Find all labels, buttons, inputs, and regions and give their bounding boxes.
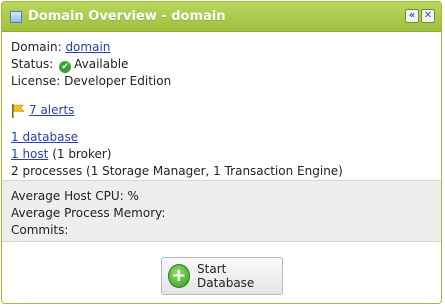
check-circle-icon: ✔ — [59, 61, 72, 73]
memory-metric: Average Process Memory: — [11, 206, 166, 220]
panel-title: Domain Overview - domain — [28, 9, 226, 24]
domain-overview-panel: Domain Overview - domain « ✕ Domain: dom… — [1, 1, 442, 304]
window-icon — [10, 10, 22, 23]
host-suffix: (1 broker) — [52, 147, 112, 161]
flag-icon — [12, 103, 25, 118]
license-value: Developer Edition — [64, 74, 172, 88]
actions-bar: + Start Database — [2, 257, 441, 295]
license-label: License: — [11, 74, 61, 88]
domain-label: Domain: — [11, 40, 62, 54]
header-buttons: « ✕ — [405, 9, 435, 23]
resources-group: 1 database 1 host (1 broker) 2 processes… — [11, 129, 432, 180]
processes-text: 2 processes (1 Storage Manager, 1 Transa… — [11, 164, 343, 178]
status-value: Available — [74, 57, 129, 71]
domain-link[interactable]: domain — [65, 40, 110, 54]
license-row: License: Developer Edition — [11, 73, 432, 90]
commits-metric: Commits: — [11, 223, 69, 237]
alerts-row: 7 alerts — [11, 102, 432, 119]
cpu-metric: Average Host CPU: % — [11, 189, 139, 203]
status-row: Status: ✔ Available — [11, 56, 432, 73]
close-icon[interactable]: ✕ — [421, 9, 435, 23]
host-link[interactable]: 1 host — [11, 147, 48, 161]
panel-body: Domain: domain Status: ✔ Available Licens… — [2, 32, 441, 180]
collapse-icon[interactable]: « — [405, 9, 419, 23]
alerts-link[interactable]: 7 alerts — [29, 102, 74, 119]
panel-header: Domain Overview - domain « ✕ — [2, 2, 441, 32]
database-link[interactable]: 1 database — [11, 130, 78, 144]
add-circle-icon: + — [167, 264, 191, 288]
status-label: Status: — [11, 57, 54, 71]
start-database-button[interactable]: + Start Database — [160, 257, 283, 295]
start-database-label: Start Database — [197, 262, 255, 290]
metrics-section: Average Host CPU: % Average Process Memo… — [2, 180, 441, 242]
domain-row: Domain: domain — [11, 39, 432, 56]
